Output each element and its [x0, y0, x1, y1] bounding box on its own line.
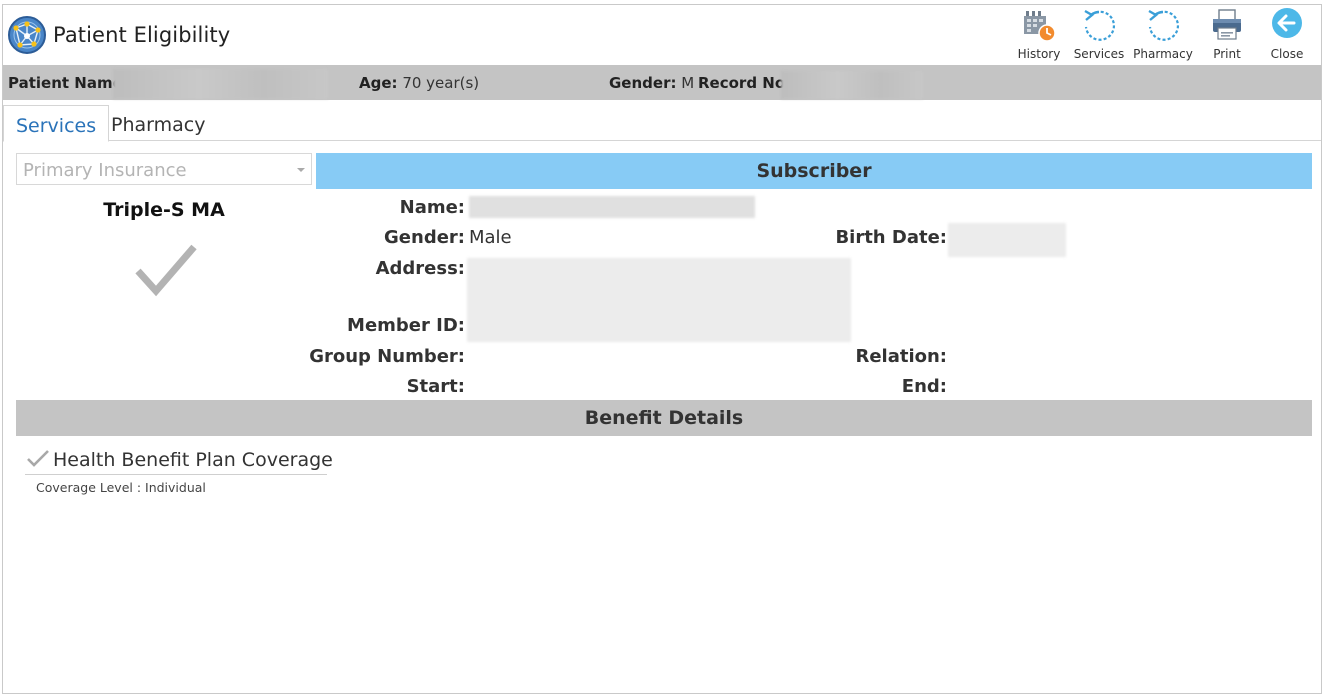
refresh-icon: [1148, 9, 1180, 41]
group-number-label: Group Number:: [309, 346, 465, 367]
globe-network-icon: [8, 16, 46, 54]
tab-bar: Services Pharmacy: [3, 105, 1321, 142]
history-label: History: [1017, 47, 1061, 61]
end-label: End:: [901, 376, 947, 397]
subscriber-gender-label: Gender:: [384, 227, 465, 248]
subscriber-name-value-redacted: [469, 196, 755, 218]
record-number-label: Record No:: [698, 74, 792, 92]
patient-age-value: 70 year(s): [402, 74, 480, 92]
tab-pharmacy[interactable]: Pharmacy: [99, 105, 217, 141]
record-number-value-redacted: [781, 71, 923, 99]
patient-info-bar: Patient Name: Age: 70 year(s) Gender: M …: [3, 65, 1321, 100]
checkmark-icon: [135, 244, 197, 297]
address-label: Address:: [375, 258, 465, 279]
benefit-title: Health Benefit Plan Coverage: [53, 449, 333, 471]
pharmacy-refresh-button[interactable]: Pharmacy: [1129, 7, 1197, 65]
page-title: Patient Eligibility: [53, 23, 231, 47]
patient-name-label: Patient Name:: [8, 74, 129, 92]
member-id-label: Member ID:: [347, 315, 465, 336]
tab-services[interactable]: Services: [3, 105, 110, 142]
services-label: Services: [1073, 47, 1125, 61]
subscriber-header: Subscriber: [316, 153, 1312, 189]
chevron-down-icon: [297, 168, 305, 172]
print-label: Print: [1213, 47, 1241, 61]
birth-date-label: Birth Date:: [835, 227, 947, 248]
calendar-clock-icon: [1024, 11, 1056, 42]
benefit-details-header: Benefit Details: [16, 400, 1312, 436]
printer-icon: [1213, 9, 1241, 40]
print-button[interactable]: Print: [1197, 7, 1257, 65]
toolbar: History Services Pharmacy Print Close: [1009, 7, 1317, 65]
patient-age: Age: 70 year(s): [359, 74, 480, 92]
benefit-item[interactable]: Health Benefit Plan Coverage: [25, 447, 333, 475]
start-label: Start:: [406, 376, 465, 397]
insurance-select[interactable]: Primary Insurance: [16, 153, 312, 185]
patient-name-value-redacted: [113, 69, 328, 99]
coverage-level: Coverage Level : Individual: [36, 480, 206, 495]
services-refresh-button[interactable]: Services: [1069, 7, 1129, 65]
close-label: Close: [1270, 47, 1304, 61]
subscriber-gender-value: Male: [469, 227, 512, 248]
patient-gender-value: M: [681, 74, 695, 92]
patient-gender: Gender: M: [609, 74, 695, 92]
checkmark-icon: [27, 450, 49, 467]
pharmacy-label: Pharmacy: [1133, 47, 1193, 61]
insurance-select-value: Primary Insurance: [23, 160, 187, 181]
back-arrow-icon: [1272, 8, 1302, 38]
history-button[interactable]: History: [1009, 7, 1069, 65]
close-button[interactable]: Close: [1257, 7, 1317, 65]
relation-label: Relation:: [855, 346, 947, 367]
refresh-icon: [1084, 9, 1116, 41]
subscriber-name-label: Name:: [399, 197, 465, 218]
birth-date-value-redacted: [948, 223, 1066, 257]
insurance-plan-name: Triple-S MA: [103, 199, 225, 221]
address-value-redacted: [467, 258, 851, 342]
patient-eligibility-window: Patient Eligibility History Services Pha…: [2, 4, 1322, 694]
app-header: Patient Eligibility History Services Pha…: [3, 5, 1321, 65]
